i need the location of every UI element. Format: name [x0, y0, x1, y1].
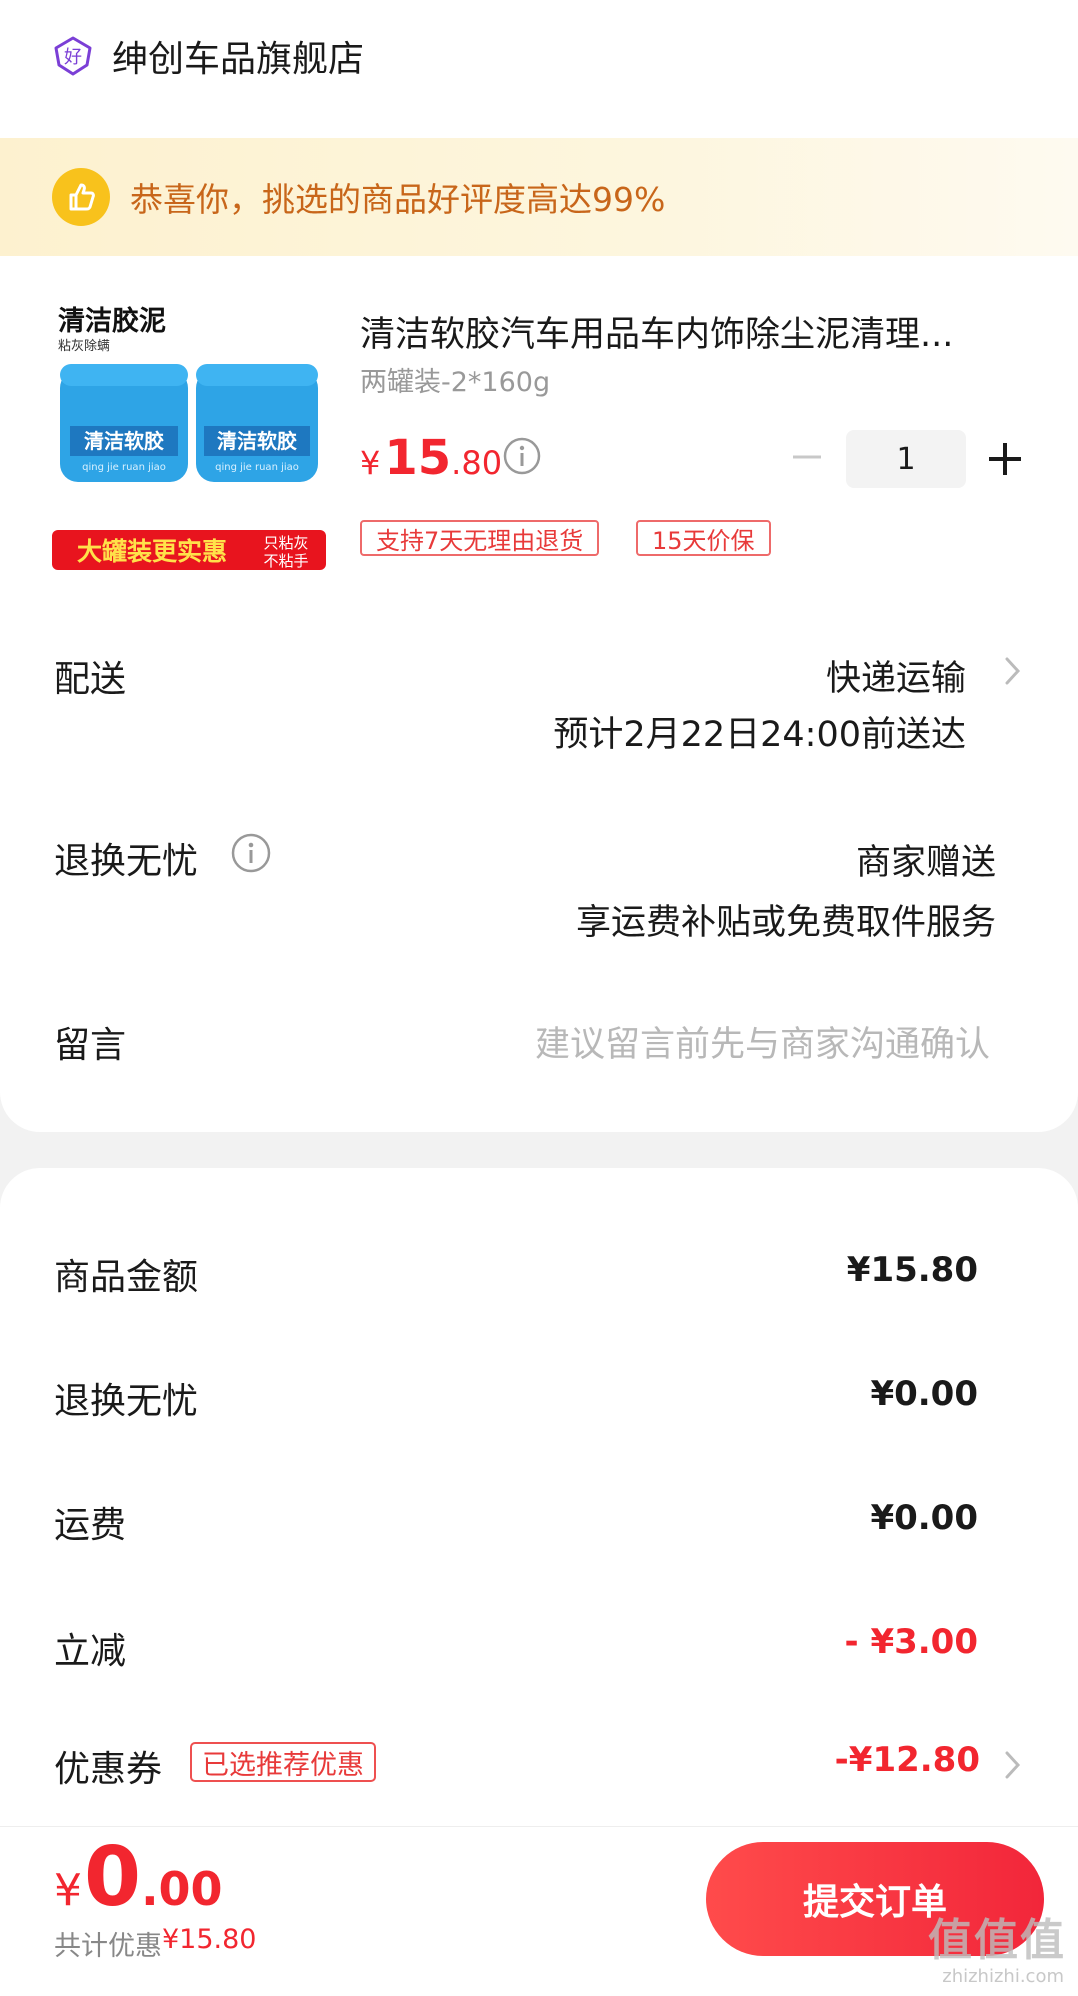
- order-card: 好 绅创车品旗舰店 恭喜你，挑选的商品好评度高达99% 清洁胶泥 粘灰除螨 清洁…: [0, 0, 1078, 1132]
- price-info-icon[interactable]: [502, 436, 542, 476]
- quantity-decrease-button[interactable]: [790, 440, 824, 474]
- image-headline: 清洁胶泥: [58, 305, 166, 337]
- banner-text: 恭喜你，挑选的商品好评度高达99%: [130, 180, 666, 219]
- goods-amount-label: 商品金额: [54, 1257, 199, 1298]
- shipping-value: ¥0.00: [870, 1498, 978, 1538]
- product-title[interactable]: 清洁软胶汽车用品车内饰除尘泥清理...: [360, 306, 1020, 357]
- return-policy-tag: 支持7天无理由退货: [360, 520, 600, 556]
- product-price: ¥ 15 .80: [360, 430, 502, 486]
- order-confirm-page: 好 绅创车品旗舰店 恭喜你，挑选的商品好评度高达99% 清洁胶泥 粘灰除螨 清洁…: [0, 0, 1078, 1996]
- return-service-info-icon[interactable]: [230, 832, 272, 874]
- product-image[interactable]: 清洁胶泥 粘灰除螨 清洁软胶 qing jie ruan jiao 清洁软胶 q…: [52, 298, 326, 574]
- image-subhead: 粘灰除螨: [58, 339, 110, 354]
- image-promo-side-1: 只粘灰: [263, 534, 308, 552]
- goods-amount-value: ¥15.80: [846, 1250, 978, 1290]
- jar-label-right: 清洁软胶: [217, 429, 297, 453]
- thumbs-up-icon: [52, 168, 110, 226]
- instant-discount-value: - ¥3.00: [844, 1622, 979, 1662]
- image-promo: 大罐装更实惠: [77, 537, 227, 566]
- watermark-logo: 值值值: [928, 1915, 1066, 1966]
- quantity-input[interactable]: 1: [846, 430, 966, 488]
- return-fee-value: ¥0.00: [870, 1374, 978, 1414]
- total-discount: 共计优惠 ¥15.80: [54, 1924, 256, 1963]
- image-promo-side-2: 不粘手: [263, 552, 308, 570]
- rating-banner: 恭喜你，挑选的商品好评度高达99%: [0, 138, 1078, 256]
- delivery-chevron-right-icon[interactable]: [1002, 652, 1024, 690]
- coupon-badge[interactable]: 已选推荐优惠: [190, 1742, 376, 1782]
- price-protect-tag: 15天价保: [636, 520, 771, 556]
- quantity-increase-button[interactable]: [986, 440, 1024, 478]
- discount-label: 共计优惠: [54, 1931, 162, 1962]
- delivery-method[interactable]: 快递运输: [826, 650, 966, 701]
- total-price: ¥ 0 .00: [54, 1830, 223, 1925]
- return-service-label: 退换无忧: [54, 841, 199, 882]
- store-header[interactable]: 好 绅创车品旗舰店: [52, 30, 364, 82]
- store-good-badge-icon: 好: [52, 35, 94, 77]
- product-spec[interactable]: 两罐装-2*160g: [360, 360, 550, 399]
- delivery-label: 配送: [54, 659, 127, 700]
- return-service-line2: 享运费补贴或免费取件服务: [575, 903, 996, 943]
- shipping-label: 运费: [54, 1505, 127, 1546]
- total-decimal: .00: [141, 1862, 223, 1916]
- coupon-label: 优惠券: [54, 1749, 163, 1790]
- price-symbol: ¥: [360, 444, 381, 482]
- total-symbol: ¥: [54, 1865, 82, 1916]
- store-name: 绅创车品旗舰店: [112, 39, 365, 80]
- price-decimal: .80: [451, 444, 503, 482]
- instant-discount-label: 立减: [54, 1631, 127, 1672]
- jar-pinyin-right: qing jie ruan jiao: [215, 462, 299, 473]
- svg-text:好: 好: [64, 47, 82, 68]
- watermark-url: zhizhizhi.com: [942, 1966, 1064, 1987]
- return-fee-label: 退换无忧: [54, 1381, 199, 1422]
- message-input[interactable]: 建议留言前先与商家沟通确认: [535, 1016, 990, 1067]
- jar-pinyin-left: qing jie ruan jiao: [82, 462, 166, 473]
- return-service-line1: 商家赠送: [855, 843, 996, 883]
- delivery-eta: 预计2月22日24:00前送达: [553, 715, 966, 755]
- total-integer: 0: [84, 1830, 142, 1925]
- price-integer: 15: [384, 430, 452, 486]
- message-label: 留言: [54, 1025, 127, 1066]
- discount-value: ¥15.80: [162, 1924, 257, 1955]
- jar-label-left: 清洁软胶: [84, 429, 164, 453]
- coupon-chevron-right-icon[interactable]: [1002, 1746, 1024, 1784]
- coupon-value[interactable]: -¥12.80: [835, 1740, 980, 1780]
